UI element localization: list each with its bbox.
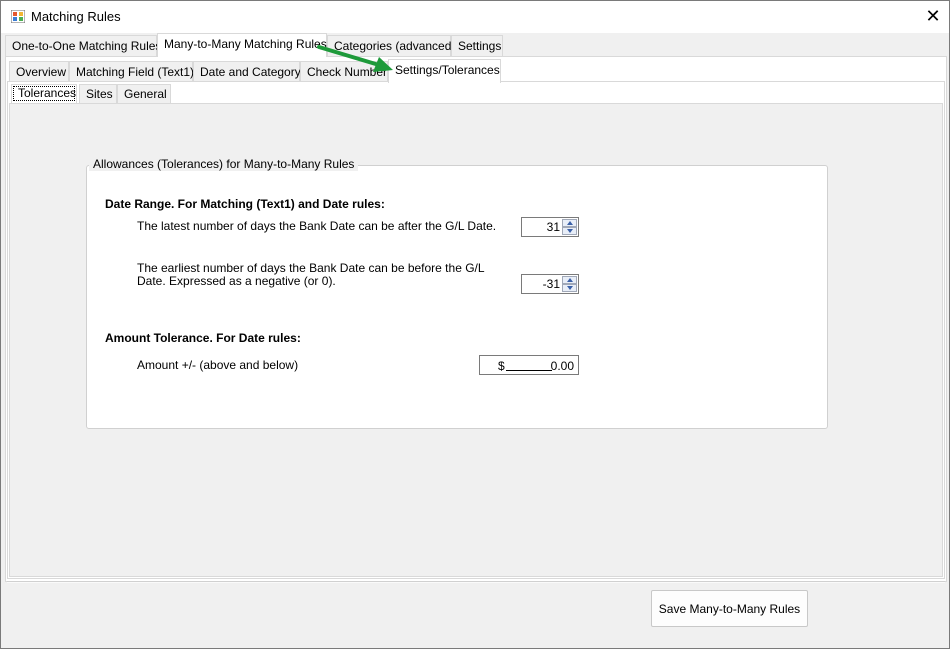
latest-days-label: The latest number of days the Bank Date … [137,219,497,233]
tab-many-to-many-matching-rules[interactable]: Many-to-Many Matching Rules [157,33,327,57]
matching-rules-window: Matching Rules ✕ One-to-One Matching Rul… [0,0,950,649]
save-many-to-many-rules-button[interactable]: Save Many-to-Many Rules [651,590,808,627]
tab-settings[interactable]: Settings [451,35,503,57]
latest-days-value: 31 [546,220,560,234]
footer-separator [7,581,945,583]
tab-overview[interactable]: Overview [9,61,69,83]
stepper-up-icon[interactable] [562,219,577,227]
second-tab-strip: Overview Matching Field (Text1) Date and… [9,59,943,83]
top-tab-strip: One-to-One Matching Rules Many-to-Many M… [5,33,945,57]
window-title: Matching Rules [31,9,121,24]
amount-mask-blank [506,358,552,371]
amount-label: Amount +/- (above and below) [137,358,299,372]
stepper-buttons [562,276,577,292]
tab-date-and-category[interactable]: Date and Category [193,61,301,83]
amount-tolerance-heading: Amount Tolerance. For Date rules: [105,331,301,345]
tab-settings-tolerances[interactable]: Settings/Tolerances [388,59,501,83]
stepper-up-icon[interactable] [562,276,577,284]
amount-input[interactable]: $ 0.00 [479,355,579,375]
close-icon[interactable]: ✕ [917,1,949,33]
earliest-days-label-line2: Date. Expressed as a negative (or 0). [137,274,336,288]
tab-general[interactable]: General [117,84,171,103]
stepper-buttons [562,219,577,235]
latest-days-stepper[interactable]: 31 [521,217,579,237]
app-grid-icon [11,10,25,23]
currency-symbol: $ [498,359,505,373]
date-range-heading: Date Range. For Matching (Text1) and Dat… [105,197,385,211]
annotation-arrow-icon [317,45,393,72]
earliest-days-value: -31 [542,277,560,291]
tab-tolerances[interactable]: Tolerances [11,84,77,103]
groupbox-legend: Allowances (Tolerances) for Many-to-Many… [89,157,359,171]
tab-sites[interactable]: Sites [79,84,117,103]
tab-matching-field-text1[interactable]: Matching Field (Text1) [69,61,194,83]
earliest-days-stepper[interactable]: -31 [521,274,579,294]
stepper-down-icon[interactable] [562,284,577,292]
title-bar[interactable]: Matching Rules ✕ [1,1,949,33]
tab-one-to-one-matching-rules[interactable]: One-to-One Matching Rules [5,35,161,57]
stepper-down-icon[interactable] [562,227,577,235]
amount-value: 0.00 [550,359,574,373]
